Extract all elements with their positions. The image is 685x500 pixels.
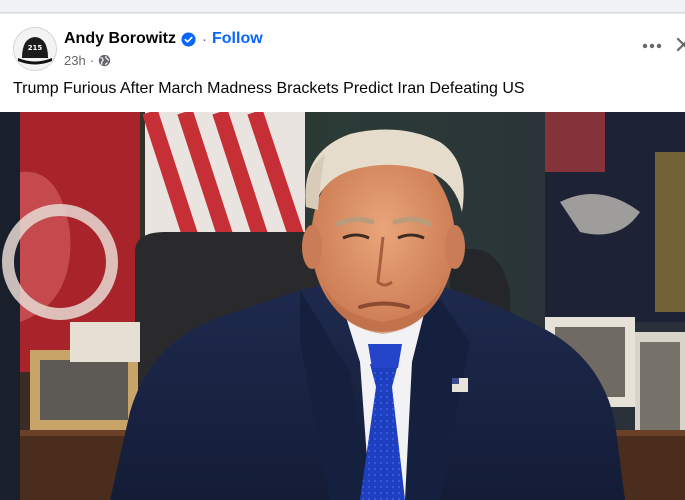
previous-post-edge <box>0 0 685 13</box>
more-options-icon[interactable] <box>638 34 666 58</box>
author-name[interactable]: Andy Borowitz <box>64 30 176 48</box>
post-photo[interactable] <box>0 112 685 500</box>
avatar-cap-icon: 215 <box>14 28 56 70</box>
author-line: Andy Borowitz · Follow <box>64 29 263 49</box>
post-header: 215 Andy Borowitz · Follow 23h · <box>0 14 685 76</box>
post-timestamp[interactable]: 23h <box>64 53 86 68</box>
verified-badge-icon <box>181 31 196 47</box>
follow-separator: · <box>202 30 207 48</box>
globe-icon[interactable] <box>98 54 111 67</box>
photo-illustration <box>0 112 685 500</box>
author-avatar[interactable]: 215 <box>13 27 57 71</box>
post-card: 215 Andy Borowitz · Follow 23h · Trump F… <box>0 14 685 500</box>
close-icon[interactable] <box>675 36 685 54</box>
post-text: Trump Furious After March Madness Bracke… <box>13 80 525 97</box>
meta-separator: · <box>89 52 95 68</box>
post-meta: 23h · <box>64 51 111 69</box>
avatar-text: 215 <box>28 44 43 52</box>
follow-button[interactable]: Follow <box>212 30 263 48</box>
